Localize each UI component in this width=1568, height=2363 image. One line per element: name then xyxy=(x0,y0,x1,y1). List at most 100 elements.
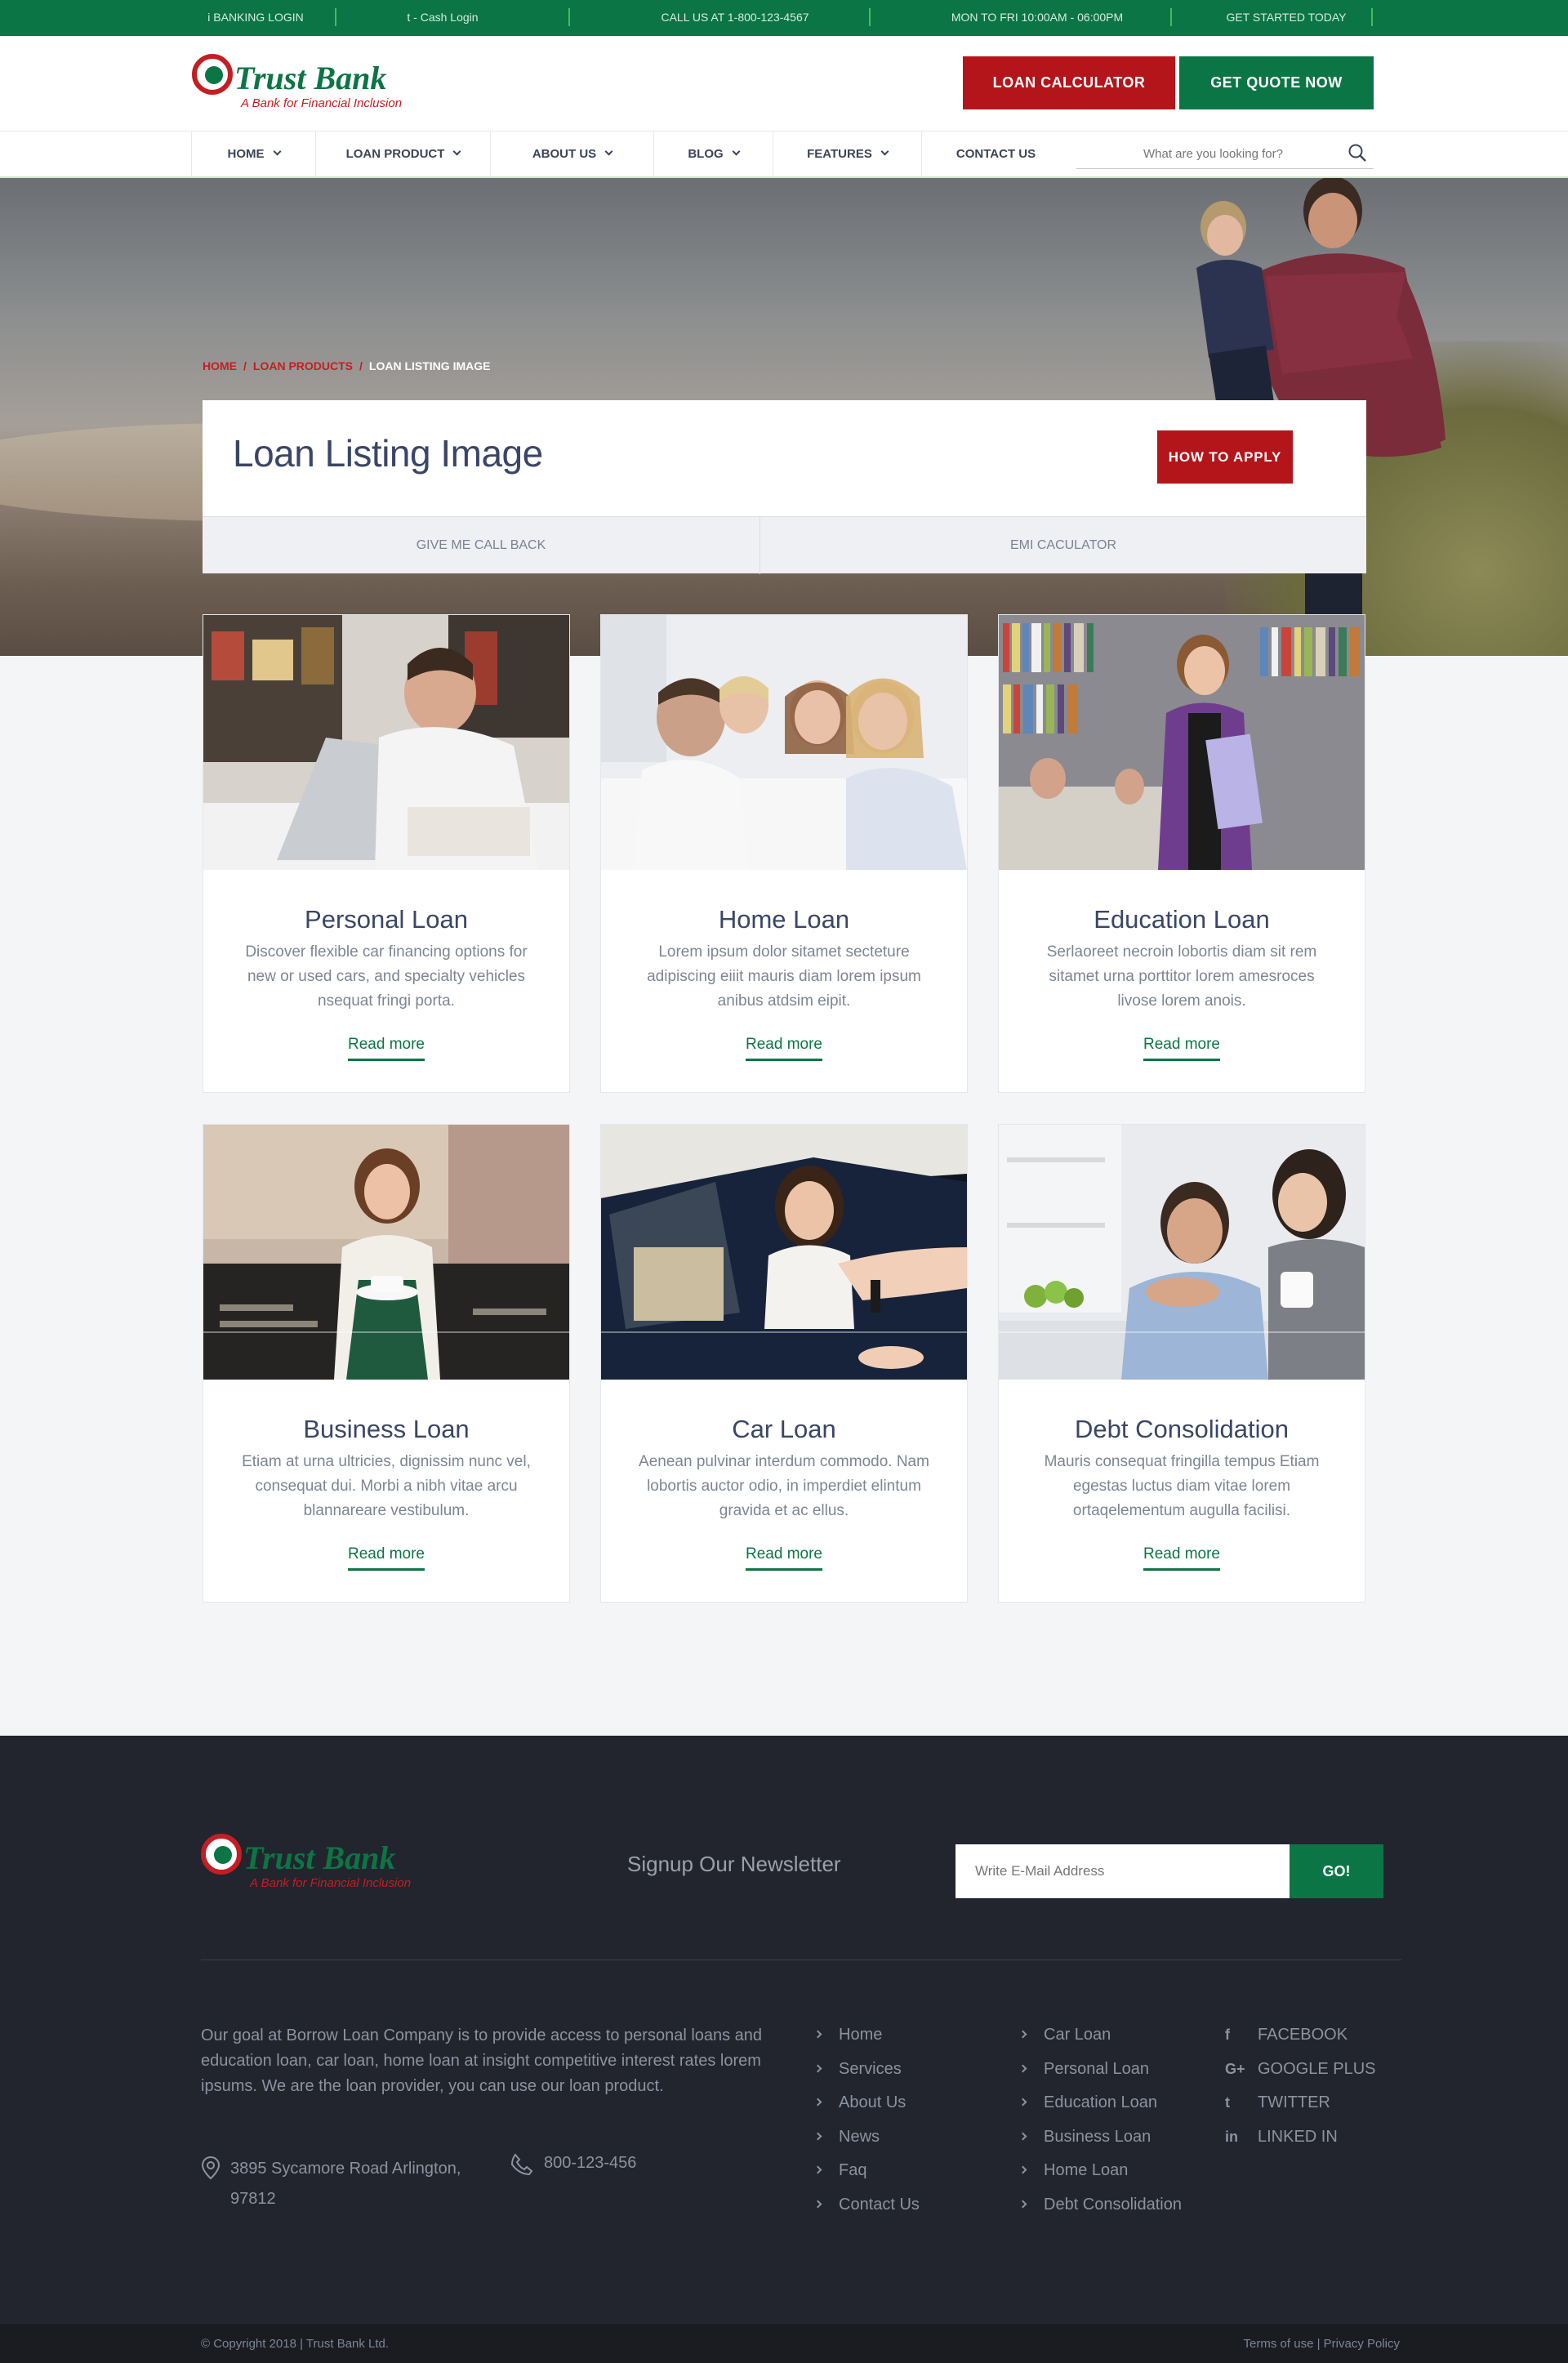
nav-item-label: HOME xyxy=(227,147,265,161)
social-label: GOOGLE PLUS xyxy=(1258,2059,1376,2078)
read-more-link[interactable]: Read more xyxy=(1143,1545,1220,1571)
card-description: Etiam at urna ultricies, dignissim nunc … xyxy=(242,1453,531,1519)
chevron-right-icon xyxy=(813,2200,822,2208)
newsletter-title: Signup Our Newsletter xyxy=(627,1852,841,1876)
read-more-wrap: Read more xyxy=(999,1036,1365,1061)
tab-call-back[interactable]: GIVE ME CALL BACK xyxy=(203,517,760,574)
chevron-right-icon xyxy=(813,2098,822,2107)
terms-privacy-links[interactable]: Terms of use | Privacy Policy xyxy=(1244,2337,1400,2351)
footer-logo[interactable]: Trust Bank A Bank for Financial Inclusio… xyxy=(201,1834,446,1891)
twitter-icon: t xyxy=(1225,2094,1230,2111)
footer-link-contact-us[interactable]: Contact Us xyxy=(813,2188,920,2223)
footer-phone[interactable]: 800-123-456 xyxy=(510,2153,637,2176)
newsletter-submit-button[interactable]: GO! xyxy=(1290,1844,1383,1898)
nav-item-about-us[interactable]: ABOUT US xyxy=(490,132,653,177)
social-twitter-link[interactable]: t TWITTER xyxy=(1225,2086,1376,2120)
phone-icon xyxy=(510,2153,533,2176)
nav-item-label: LOAN PRODUCT xyxy=(345,147,445,161)
footer-address: 3895 Sycamore Road Arlington, 97812 xyxy=(201,2154,503,2214)
loan-card-education: Education Loan Serlaoreet necroin lobort… xyxy=(998,614,1365,1093)
chevron-right-icon xyxy=(1018,2132,1027,2140)
breadcrumb-separator: / xyxy=(359,359,363,372)
chevron-right-icon xyxy=(1018,2098,1027,2107)
footer-link-home-loan[interactable]: Home Loan xyxy=(1018,2154,1182,2188)
ibanking-login-link[interactable]: i BANKING LOGIN xyxy=(198,0,313,36)
social-linkedin-link[interactable]: in LINKED IN xyxy=(1225,2120,1376,2155)
breadcrumb-home[interactable]: HOME xyxy=(203,359,237,372)
footer-link-news[interactable]: News xyxy=(813,2120,920,2155)
footer-link-label: Business Loan xyxy=(1044,2127,1152,2146)
footer-about-text: Our goal at Borrow Loan Company is to pr… xyxy=(201,2026,763,2095)
footer-link-label: Services xyxy=(839,2059,902,2078)
chevron-right-icon xyxy=(1018,2064,1027,2072)
footer-link-home[interactable]: Home xyxy=(813,2018,920,2053)
footer-link-faq[interactable]: Faq xyxy=(813,2154,920,2188)
read-more-wrap: Read more xyxy=(601,1036,967,1061)
footer-link-about-us[interactable]: About Us xyxy=(813,2086,920,2120)
search-input[interactable] xyxy=(1076,140,1321,167)
nav-item-label: FEATURES xyxy=(807,147,872,161)
education-loan-image[interactable] xyxy=(999,615,1365,870)
nav-item-home[interactable]: HOME xyxy=(191,132,315,177)
nav-item-features[interactable]: FEATURES xyxy=(773,132,921,177)
footer-link-debt-consolidation[interactable]: Debt Consolidation xyxy=(1018,2188,1182,2223)
loan-card-business: Business Loan Etiam at urna ultricies, d… xyxy=(203,1124,570,1603)
chevron-down-icon xyxy=(732,147,741,156)
card-title: Debt Consolidation xyxy=(1075,1415,1289,1443)
hours-text: MON TO FRI 10:00AM - 06:00PM xyxy=(951,11,1124,24)
chevron-right-icon xyxy=(813,2030,822,2039)
newsletter-email-input[interactable] xyxy=(956,1844,1290,1898)
linkedin-icon: in xyxy=(1225,2128,1238,2145)
card-description: Discover flexible car financing options … xyxy=(245,943,528,1010)
nav-item-blog[interactable]: BLOG xyxy=(653,132,773,177)
loan-calculator-button[interactable]: LOAN CALCULATOR xyxy=(963,56,1175,109)
home-loan-image[interactable] xyxy=(601,615,967,870)
car-loan-image[interactable] xyxy=(601,1125,967,1380)
chevron-down-icon xyxy=(452,147,461,156)
read-more-link[interactable]: Read more xyxy=(746,1036,822,1061)
nav-item-loan-product[interactable]: LOAN PRODUCT xyxy=(315,132,490,177)
get-started-link[interactable]: GET STARTED TODAY xyxy=(1209,0,1364,36)
nav-item-label: BLOG xyxy=(688,147,724,161)
tcash-login-link[interactable]: t - Cash Login xyxy=(377,0,508,36)
get-quote-button[interactable]: GET QUOTE NOW xyxy=(1179,56,1374,109)
debt-consolidation-image[interactable] xyxy=(999,1125,1365,1380)
social-facebook-link[interactable]: f FACEBOOK xyxy=(1225,2018,1376,2053)
logo-mark-icon xyxy=(192,54,233,95)
copyright-text: © Copyright 2018 | Trust Bank Ltd. xyxy=(201,2337,390,2351)
footer-link-personal-loan[interactable]: Personal Loan xyxy=(1018,2053,1182,2087)
breadcrumb-separator: / xyxy=(243,359,247,372)
brand-logo[interactable]: Trust Bank A Bank for Financial Inclusio… xyxy=(192,54,437,111)
chevron-right-icon xyxy=(1018,2200,1027,2208)
search-icon[interactable] xyxy=(1348,143,1367,163)
how-to-apply-button[interactable]: HOW TO APPLY xyxy=(1157,430,1293,484)
page: i BANKING LOGIN t - Cash Login CALL US A… xyxy=(0,0,1568,2363)
card-title: Car Loan xyxy=(732,1415,836,1443)
site-header: Trust Bank A Bank for Financial Inclusio… xyxy=(0,36,1568,131)
breadcrumb-loan-products[interactable]: LOAN PRODUCTS xyxy=(253,359,353,372)
read-more-link[interactable]: Read more xyxy=(348,1036,425,1061)
footer-phone-text: 800-123-456 xyxy=(544,2154,637,2172)
personal-loan-image[interactable] xyxy=(203,615,569,870)
brand-name: Trust Bank xyxy=(234,60,387,96)
nav-item-contact-us[interactable]: CONTACT US xyxy=(921,132,1070,177)
social-google-plus-link[interactable]: G+ GOOGLE PLUS xyxy=(1225,2053,1376,2087)
read-more-link[interactable]: Read more xyxy=(746,1545,822,1571)
tab-emi-calculator[interactable]: EMI CACULATOR xyxy=(760,517,1366,574)
footer-link-business-loan[interactable]: Business Loan xyxy=(1018,2120,1182,2155)
footer-link-label: Home Loan xyxy=(1044,2161,1129,2179)
breadcrumb: HOME / LOAN PRODUCTS / LOAN LISTING IMAGE xyxy=(203,359,490,372)
read-more-link[interactable]: Read more xyxy=(1143,1036,1220,1061)
card-title: Home Loan xyxy=(718,905,850,934)
read-more-link[interactable]: Read more xyxy=(348,1545,425,1571)
top-bar-divider xyxy=(568,8,570,26)
footer-link-label: Debt Consolidation xyxy=(1044,2195,1182,2214)
footer-link-car-loan[interactable]: Car Loan xyxy=(1018,2018,1182,2053)
chevron-right-icon xyxy=(813,2165,822,2174)
footer-link-services[interactable]: Services xyxy=(813,2053,920,2087)
facebook-icon: f xyxy=(1225,2026,1230,2043)
footer-link-education-loan[interactable]: Education Loan xyxy=(1018,2086,1182,2120)
business-loan-image[interactable] xyxy=(203,1125,569,1380)
footer-address-text: 3895 Sycamore Road Arlington, 97812 xyxy=(230,2160,461,2208)
footer-link-label: Contact Us xyxy=(839,2195,920,2214)
